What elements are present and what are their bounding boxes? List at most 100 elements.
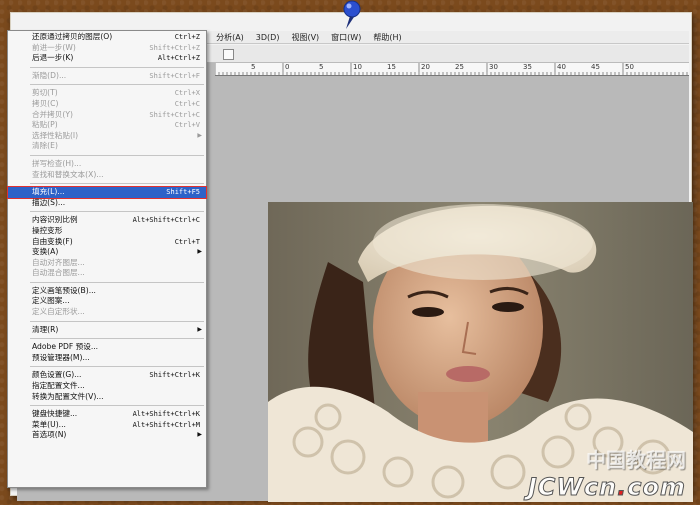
- edit-menu-item: 拷贝(C) Ctrl+C: [8, 99, 206, 110]
- ruler-label: 10: [353, 63, 362, 71]
- ruler-label: 35: [523, 63, 532, 71]
- menu-item-label: 首选项(N): [32, 430, 67, 440]
- watermark-en-name: JCWcn: [527, 473, 618, 502]
- ruler-label: 25: [455, 63, 464, 71]
- menubar-item-5[interactable]: 分析(A): [210, 31, 250, 44]
- menu-item-label: 合并拷贝(Y): [32, 109, 73, 119]
- menu-item-label: 指定配置文件...: [32, 381, 85, 391]
- edit-menu-item[interactable]: 菜单(U)... Alt+Shift+Ctrl+M: [8, 420, 206, 431]
- edit-menu-item: 剪切(T) Ctrl+X: [8, 88, 206, 99]
- ruler-label: 50: [625, 63, 634, 71]
- edit-menu-item[interactable]: 转换为配置文件(V)...: [8, 392, 206, 403]
- edit-menu-item[interactable]: 变换(A) ▶: [8, 247, 206, 258]
- menu-separator: [30, 405, 204, 407]
- edit-menu-item[interactable]: Adobe PDF 预设...: [8, 342, 206, 353]
- edit-menu-item: 合并拷贝(Y) Shift+Ctrl+C: [8, 110, 206, 121]
- menu-item-shortcut: Shift+Ctrl+K: [149, 371, 200, 380]
- edit-menu-item[interactable]: 自由变换(F) Ctrl+T: [8, 237, 206, 248]
- edit-menu-dropdown: 还原通过拷贝的图层(O) Ctrl+Z 前进一步(W) Shift+Ctrl+Z 后退一…: [7, 30, 207, 488]
- edit-menu-item[interactable]: 键盘快捷键... Alt+Shift+Ctrl+K: [8, 409, 206, 420]
- menu-item-shortcut: Alt+Shift+Ctrl+K: [132, 410, 200, 419]
- edit-menu-item[interactable]: 定义图案...: [8, 296, 206, 307]
- menu-separator: [30, 66, 204, 68]
- ruler-label: 5: [251, 63, 256, 71]
- menu-item-shortcut: Shift+Ctrl+C: [149, 110, 200, 119]
- menu-item-label: 变换(A): [32, 247, 59, 257]
- edit-menu-item: 查找和替换文本(X)...: [8, 170, 206, 181]
- edit-menu-item[interactable]: 操控变形: [8, 226, 206, 237]
- menu-item-label: 内容识别比例: [32, 215, 78, 225]
- menu-separator: [30, 183, 204, 185]
- menu-item-label: 键盘快捷键...: [32, 409, 78, 419]
- menu-item-label: 粘贴(P): [32, 120, 58, 130]
- edit-menu-item[interactable]: 定义画笔预设(B)...: [8, 286, 206, 297]
- menubar-item-7[interactable]: 视图(V): [285, 31, 325, 44]
- menu-item-label: 描边(S)...: [32, 197, 66, 207]
- edit-menu-item: 拼写检查(H)...: [8, 159, 206, 170]
- ruler-label: 45: [591, 63, 600, 71]
- watermark-en-tld: com: [627, 473, 686, 502]
- edit-menu-item: 自动对齐图层...: [8, 258, 206, 269]
- submenu-arrow-icon: ▶: [197, 431, 202, 439]
- menu-separator: [30, 281, 204, 283]
- menu-separator: [30, 366, 204, 368]
- menu-item-label: 清理(R): [32, 324, 59, 334]
- ruler-label: 30: [489, 63, 498, 71]
- menu-item-label: 定义画笔预设(B)...: [32, 285, 96, 295]
- horizontal-ruler: 5 0 5 10 15 20 25 30 35 40 45 50: [215, 63, 689, 76]
- menu-item-label: 查找和替换文本(X)...: [32, 169, 104, 179]
- edit-menu-item[interactable]: 描边(S)...: [8, 198, 206, 209]
- edit-menu-item[interactable]: 颜色设置(G)... Shift+Ctrl+K: [8, 370, 206, 381]
- menu-item-label: 前进一步(W): [32, 42, 76, 52]
- edit-menu-item[interactable]: 内容识别比例 Alt+Shift+Ctrl+C: [8, 215, 206, 226]
- menubar-item-8[interactable]: 窗口(W): [325, 31, 367, 44]
- menu-item-shortcut: Shift+Ctrl+Z: [149, 43, 200, 52]
- edit-menu-item[interactable]: 后退一步(K) Alt+Ctrl+Z: [8, 53, 206, 64]
- menu-item-label: 自动混合图层...: [32, 268, 85, 278]
- menu-item-label: 拼写检查(H)...: [32, 158, 82, 168]
- edit-menu-item: 自动混合图层...: [8, 268, 206, 279]
- menu-item-label: 定义图案...: [32, 296, 70, 306]
- ruler-label: 15: [387, 63, 396, 71]
- edit-menu-item[interactable]: 还原通过拷贝的图层(O) Ctrl+Z: [8, 32, 206, 43]
- menu-separator: [30, 338, 204, 340]
- submenu-arrow-icon: ▶: [197, 131, 202, 139]
- menu-separator: [30, 84, 204, 86]
- menu-item-label: 自动对齐图层...: [32, 257, 85, 267]
- watermark-cn-text: 中国教程网: [586, 448, 686, 472]
- edit-menu-item[interactable]: 清理(R) ▶: [8, 325, 206, 336]
- menu-item-shortcut: Ctrl+X: [174, 89, 200, 98]
- menu-item-shortcut: Ctrl+C: [174, 99, 200, 108]
- menu-item-shortcut: Ctrl+Z: [174, 33, 200, 41]
- watermark-en-dot: .: [617, 473, 628, 502]
- menu-item-shortcut: Alt+Shift+Ctrl+M: [132, 420, 200, 429]
- edit-menu-item: 渐隐(D)... Shift+Ctrl+F: [8, 71, 206, 82]
- menu-item-label: 清除(E): [32, 141, 58, 151]
- ruler-label: 20: [421, 63, 430, 71]
- menu-item-shortcut: Alt+Ctrl+Z: [157, 54, 200, 63]
- edit-menu-item: 前进一步(W) Shift+Ctrl+Z: [8, 43, 206, 54]
- edit-menu-item[interactable]: 预设管理器(M)...: [8, 353, 206, 364]
- menu-item-label: 颜色设置(G)...: [32, 370, 82, 380]
- ruler-label: 5: [319, 63, 324, 71]
- menu-item-shortcut: Alt+Shift+Ctrl+C: [132, 216, 200, 225]
- submenu-arrow-icon: ▶: [197, 248, 202, 256]
- menu-item-label: 转换为配置文件(V)...: [32, 391, 104, 401]
- menubar-item-9[interactable]: 帮助(H): [367, 31, 407, 44]
- menubar-item-6[interactable]: 3D(D): [250, 31, 286, 44]
- edit-menu-item[interactable]: 指定配置文件...: [8, 381, 206, 392]
- menu-item-label: 预设管理器(M)...: [32, 352, 90, 362]
- menu-separator: [30, 154, 204, 156]
- menu-item-label: 拷贝(C): [32, 98, 59, 108]
- edit-menu-item: 定义自定形状...: [8, 307, 206, 318]
- options-button[interactable]: [223, 49, 234, 60]
- menu-item-shortcut: Ctrl+V: [174, 121, 200, 130]
- edit-menu-item[interactable]: 首选项(N) ▶: [8, 430, 206, 441]
- menu-item-shortcut: Shift+Ctrl+F: [149, 71, 200, 80]
- menu-item-label: 操控变形: [32, 225, 63, 235]
- menu-item-label: 自由变换(F): [32, 236, 73, 246]
- menu-item-label: 还原通过拷贝的图层(O): [32, 32, 113, 41]
- edit-menu-item[interactable]: 填充(L)... Shift+F5: [7, 186, 207, 199]
- menu-item-shortcut: Ctrl+T: [174, 237, 200, 246]
- menu-item-label: 后退一步(K): [32, 53, 74, 63]
